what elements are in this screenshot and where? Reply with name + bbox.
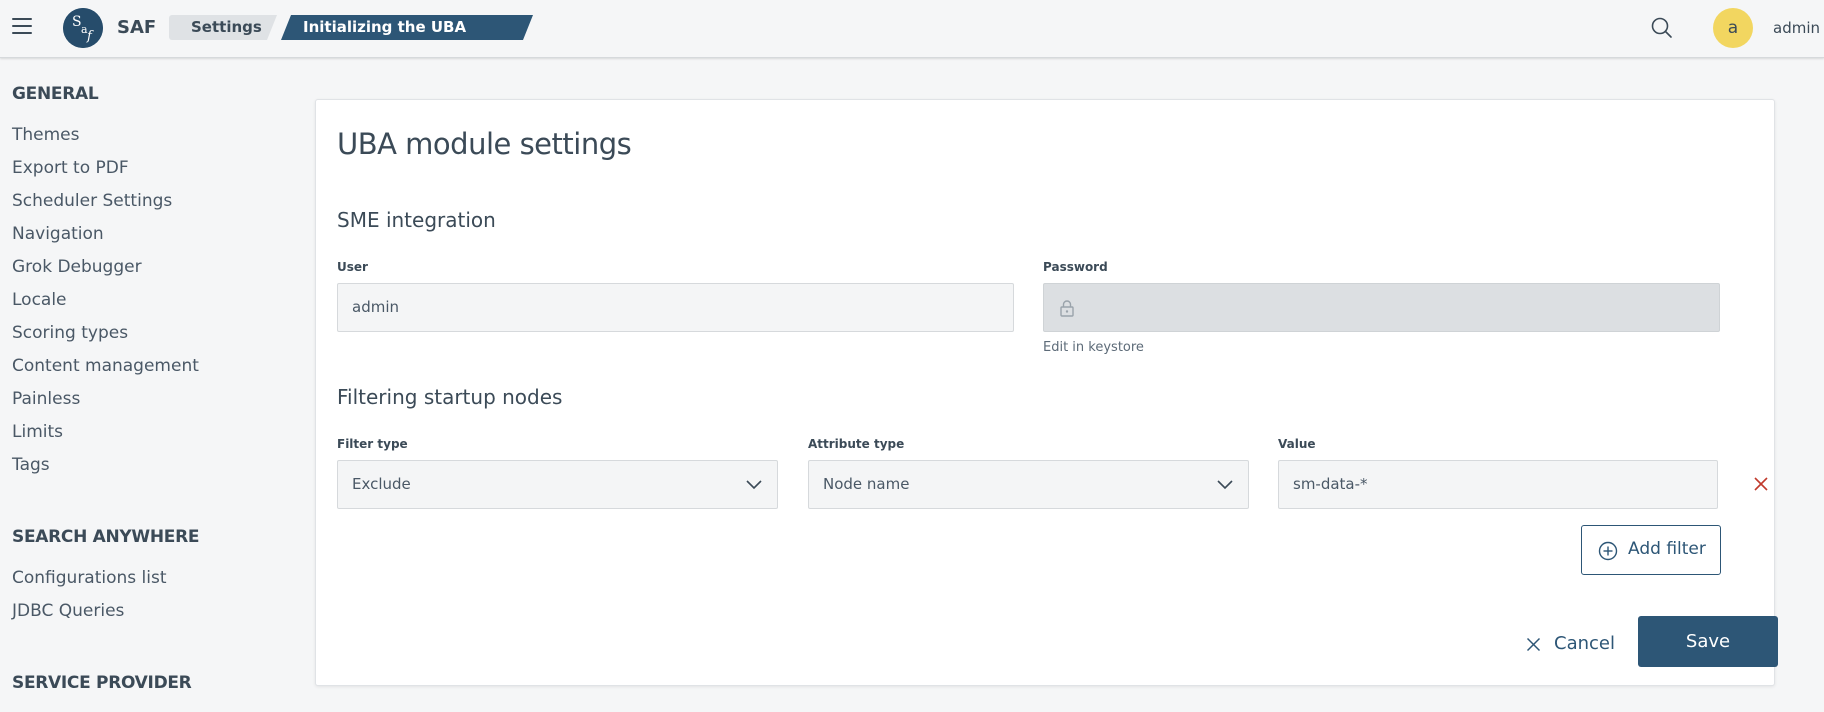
uba-settings-card: UBA module settings SME integration User… <box>315 99 1778 686</box>
value-label: Value <box>1278 437 1316 451</box>
sidebar-heading-general: GENERAL <box>12 84 99 104</box>
save-button[interactable]: Save <box>1638 616 1778 667</box>
attribute-type-label: Attribute type <box>808 437 905 451</box>
cancel-button[interactable]: Cancel <box>1526 631 1626 661</box>
add-filter-button[interactable]: Add filter <box>1581 525 1721 575</box>
sidebar-heading-service-provider: SERVICE PROVIDER <box>12 673 192 693</box>
password-label: Password <box>1043 260 1108 274</box>
chevron-down-icon <box>1217 480 1233 490</box>
sidebar-item-scheduler-settings[interactable]: Scheduler Settings <box>12 191 172 211</box>
sidebar-item-navigation[interactable]: Navigation <box>12 224 104 244</box>
password-hint[interactable]: Edit in keystore <box>1043 340 1144 355</box>
username[interactable]: admin <box>1773 19 1820 37</box>
add-filter-label: Add filter <box>1628 539 1706 559</box>
sidebar: GENERAL Themes Export to PDF Scheduler S… <box>0 58 300 712</box>
search-icon[interactable] <box>1650 16 1674 40</box>
breadcrumb-current: Initializing the UBA module <box>281 15 533 40</box>
sidebar-item-tags[interactable]: Tags <box>12 455 50 475</box>
sme-section-title: SME integration <box>337 208 496 232</box>
sidebar-heading-search-anywhere: SEARCH ANYWHERE <box>12 527 200 547</box>
saf-logo[interactable]: S a f <box>63 8 103 48</box>
menu-icon[interactable] <box>12 18 32 34</box>
close-icon[interactable] <box>1753 476 1769 492</box>
app-name: SAF <box>117 17 157 38</box>
avatar[interactable]: a <box>1713 8 1753 48</box>
sidebar-item-grok-debugger[interactable]: Grok Debugger <box>12 257 142 277</box>
attribute-type-value: Node name <box>823 475 910 493</box>
password-field <box>1043 283 1720 332</box>
chevron-down-icon <box>746 480 762 490</box>
plus-circle-icon <box>1598 541 1618 561</box>
sidebar-item-jdbc-queries[interactable]: JDBC Queries <box>12 601 124 621</box>
close-icon <box>1526 637 1541 652</box>
filter-type-select[interactable]: Exclude <box>337 460 778 509</box>
sidebar-item-painless[interactable]: Painless <box>12 389 80 409</box>
sidebar-item-scoring-types[interactable]: Scoring types <box>12 323 128 343</box>
sidebar-item-themes[interactable]: Themes <box>12 125 80 145</box>
breadcrumb-settings[interactable]: Settings <box>169 15 277 40</box>
user-input[interactable]: admin <box>337 283 1014 332</box>
cancel-label: Cancel <box>1554 633 1615 654</box>
filtering-section-title: Filtering startup nodes <box>337 385 563 409</box>
user-label: User <box>337 260 368 274</box>
sidebar-item-limits[interactable]: Limits <box>12 422 63 442</box>
attribute-type-select[interactable]: Node name <box>808 460 1249 509</box>
sidebar-item-content-management[interactable]: Content management <box>12 356 199 376</box>
filter-type-value: Exclude <box>352 475 411 493</box>
lock-icon <box>1060 300 1074 317</box>
filter-type-label: Filter type <box>337 437 408 451</box>
sidebar-item-configurations-list[interactable]: Configurations list <box>12 568 167 588</box>
value-input[interactable]: sm-data-* <box>1278 460 1718 509</box>
sidebar-item-export-to-pdf[interactable]: Export to PDF <box>12 158 129 178</box>
page-title: UBA module settings <box>337 127 632 161</box>
sidebar-item-locale[interactable]: Locale <box>12 290 67 310</box>
top-header: S a f SAF Settings Initializing the UBA … <box>0 0 1824 58</box>
